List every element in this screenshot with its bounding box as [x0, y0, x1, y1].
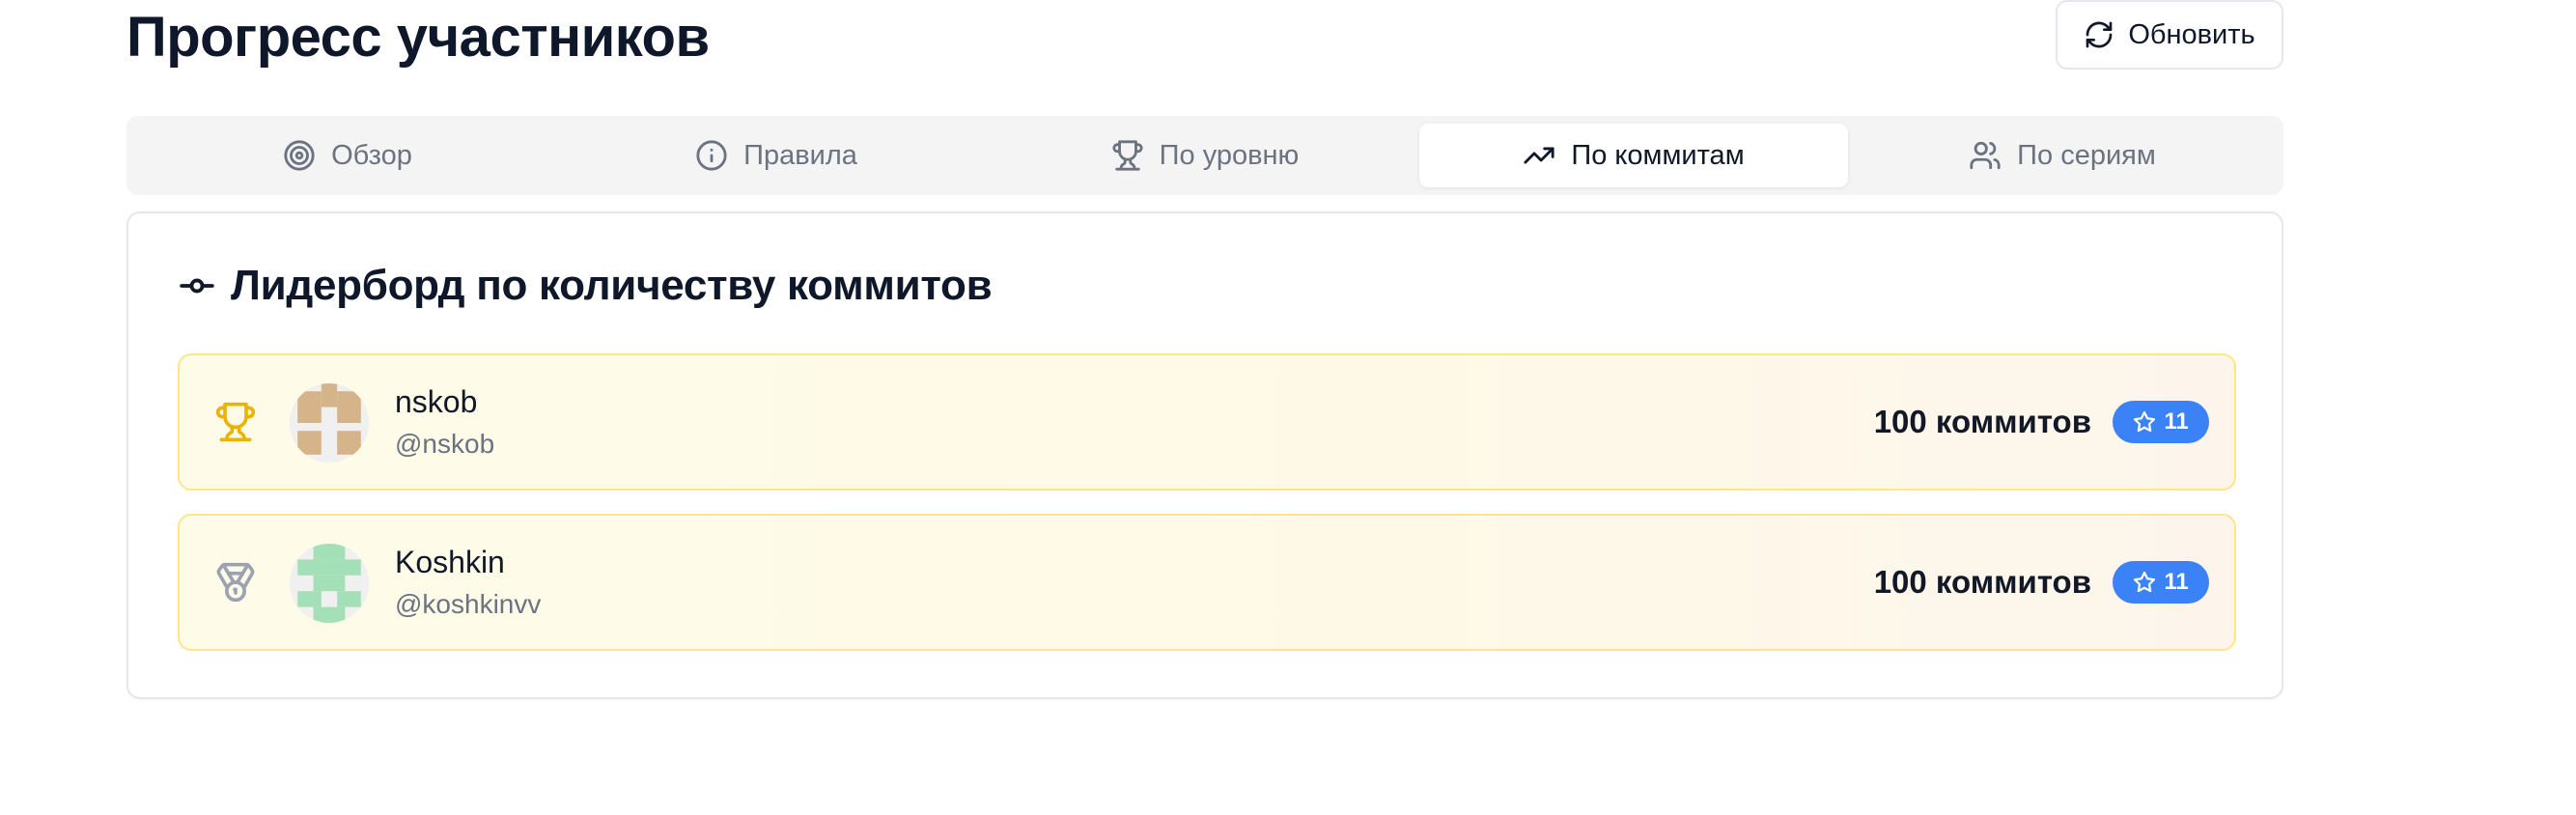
user-name: Koshkin	[395, 545, 505, 579]
git-commit-icon	[180, 278, 214, 294]
trophy-icon	[215, 402, 256, 442]
star-badge: 11	[2113, 561, 2209, 604]
refresh-icon	[2086, 21, 2113, 48]
users-icon	[1970, 141, 2001, 170]
commit-count: 100 коммитов	[1873, 564, 2091, 600]
identicon-image	[290, 544, 369, 623]
tab-rules[interactable]: Правила	[562, 124, 991, 187]
refresh-label: Обновить	[2128, 18, 2255, 50]
leaderboard-card: Лидерборд по количеству коммитов nskob @…	[126, 211, 2283, 699]
leaderboard-entry[interactable]: nskob @nskob 100 коммитов 11	[178, 353, 2236, 491]
star-icon	[2134, 410, 2156, 433]
tab-overview[interactable]: Обзор	[133, 124, 562, 187]
tab-label: Обзор	[331, 139, 412, 171]
user-name: nskob	[395, 384, 478, 419]
tab-by-commits[interactable]: По коммитам	[1419, 124, 1848, 187]
medal-icon	[216, 562, 255, 603]
user-handle: @koshkinvv	[395, 589, 542, 619]
tab-by-streaks[interactable]: По сериям	[1848, 124, 2277, 187]
avatar[interactable]	[290, 544, 369, 623]
trophy-icon	[1112, 140, 1143, 171]
target-icon	[284, 140, 315, 171]
info-icon	[696, 140, 727, 171]
leaderboard-title: Лидерборд по количеству коммитов	[231, 262, 993, 309]
refresh-button[interactable]: Обновить	[2056, 0, 2283, 70]
tab-label: По коммитам	[1571, 139, 1745, 171]
avatar[interactable]	[290, 383, 369, 463]
trending-up-icon	[1524, 147, 1554, 164]
identicon-image	[290, 383, 369, 463]
tab-by-level[interactable]: По уровню	[991, 124, 1419, 187]
user-handle: @nskob	[395, 429, 495, 459]
leaderboard-header: Лидерборд по количеству коммитов	[179, 262, 993, 310]
page: Прогресс участников Обновить Обзор Прави…	[0, 0, 2576, 815]
star-count: 11	[2164, 408, 2189, 435]
tab-label: По сериям	[2017, 139, 2156, 171]
commit-count: 100 коммитов	[1873, 404, 2091, 439]
tab-label: Правила	[743, 139, 857, 171]
leaderboard-entry[interactable]: Koshkin @koshkinvv 100 коммитов 11	[178, 514, 2236, 651]
tab-bar: Обзор Правила По уровню По коммитам По с…	[126, 116, 2283, 195]
page-title: Прогресс участников	[126, 6, 710, 69]
star-icon	[2134, 571, 2156, 593]
star-badge: 11	[2113, 401, 2209, 443]
star-count: 11	[2164, 569, 2189, 595]
tab-label: По уровню	[1159, 139, 1300, 171]
